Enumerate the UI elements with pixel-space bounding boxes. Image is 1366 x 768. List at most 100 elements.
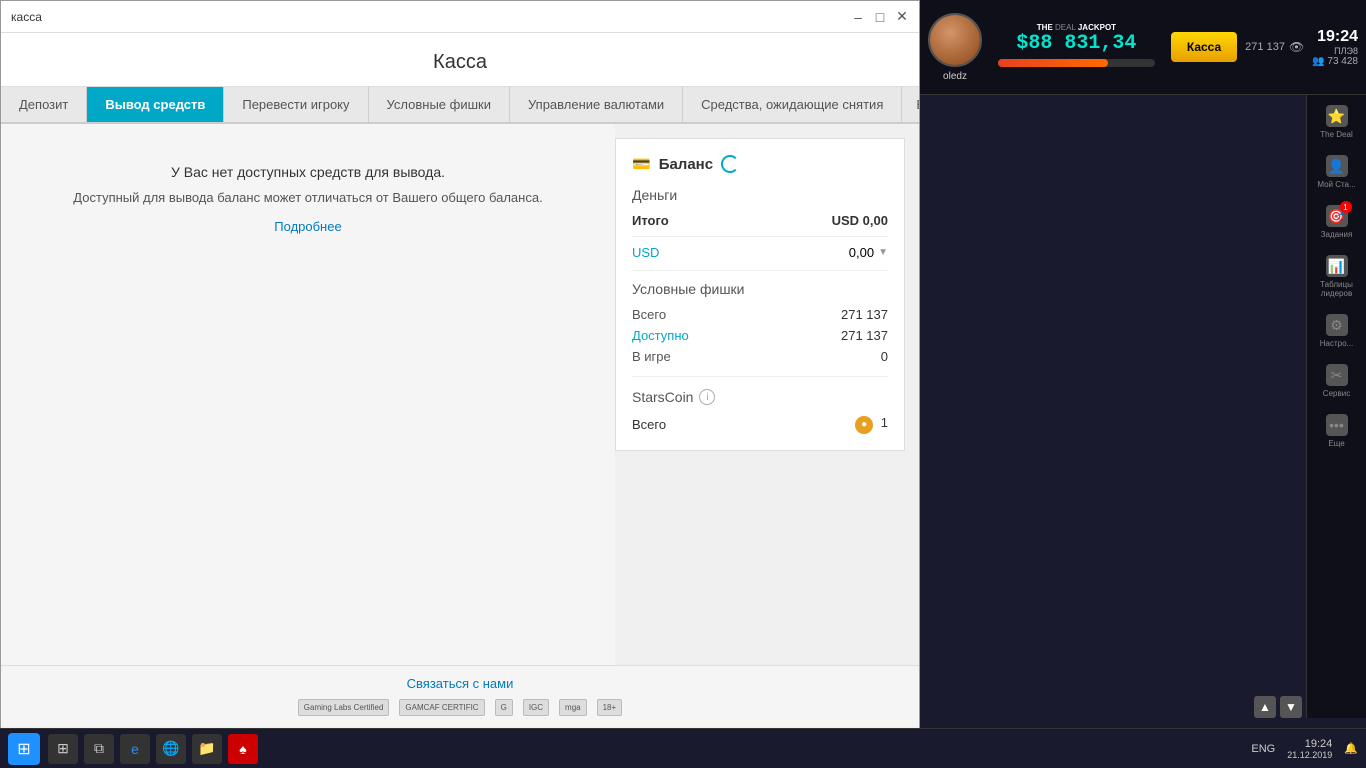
sidebar-item-tasks[interactable]: 🎯 1 Задания — [1321, 205, 1353, 239]
sidebar-item-the-deal[interactable]: ⭐ The Deal — [1320, 105, 1352, 139]
window-controls: – □ ✕ — [851, 10, 909, 24]
tab-manage-currencies[interactable]: Управление валютами — [510, 87, 683, 122]
cert-mga: mga — [559, 699, 587, 716]
notification-badge: 1 — [1340, 201, 1352, 213]
cert-igc: IGC — [523, 699, 549, 716]
sidebar-item-service[interactable]: ✂ Сервис — [1323, 364, 1350, 398]
more-link[interactable]: Подробнее — [274, 219, 341, 234]
sidebar-item-leaderboard[interactable]: 📊 Таблицы лидеров — [1307, 255, 1366, 298]
sidebar-item-my-stats[interactable]: 👤 Мой Ста... — [1317, 155, 1355, 189]
service-icon: ✂ — [1326, 364, 1348, 386]
jackpot-the-label: THE — [1037, 23, 1055, 32]
contact-link[interactable]: Связаться с нами — [21, 676, 899, 691]
tasks-icon: 🎯 1 — [1326, 205, 1348, 227]
tab-pending-withdraw[interactable]: Средства, ожидающие снятия — [683, 87, 902, 122]
sidebar-label-my-stats: Мой Ста... — [1317, 180, 1355, 189]
my-stats-icon: 👤 — [1326, 155, 1348, 177]
cert-logos: Gaming Labs Certified GAMCAF CERTIFIC G … — [21, 699, 899, 716]
sidebar-item-settings[interactable]: ⚙ Настро... — [1320, 314, 1353, 348]
cashier-header: Касса — [1, 33, 919, 87]
taskbar-icons: ⊞ ⧉ e 🌐 📁 ♠ — [48, 734, 258, 764]
client-balance-display: 271 137 👁 — [1245, 40, 1304, 54]
chips-available-value: 271 137 — [841, 328, 888, 343]
avatar — [928, 13, 982, 67]
stars-coin-value: ● 1 — [855, 415, 888, 434]
refresh-icon[interactable] — [721, 155, 739, 173]
more-icon: ••• — [1326, 414, 1348, 436]
scroll-buttons: ▲ ▼ — [1254, 696, 1302, 718]
cert-gamcaf: GAMCAF CERTIFIC — [399, 699, 484, 716]
chips-ingame-label: В игре — [632, 349, 671, 364]
sidebar-label-tasks: Задания — [1321, 230, 1353, 239]
time-section: 19:24 ПЛЭ8 👥 73 428 — [1312, 28, 1358, 67]
online-count: 👥 73 428 — [1312, 56, 1358, 67]
time-sub: ПЛЭ8 — [1312, 46, 1358, 56]
jackpot-deal-label: DEAL — [1055, 23, 1078, 32]
client-cashier-button[interactable]: Касса — [1171, 32, 1237, 62]
stars-coin-title: StarsCoin i — [632, 389, 888, 405]
stars-coin-label: Всего — [632, 417, 666, 432]
chips-available-label: Доступно — [632, 328, 689, 343]
cashier-footer: Связаться с нами Gaming Labs Certified G… — [1, 665, 919, 726]
total-label: Итого — [632, 213, 669, 228]
play-chips-section: Условные фишки Всего 271 137 Доступно 27… — [632, 281, 888, 364]
avatar-section: oledz — [928, 13, 982, 82]
taskbar-right: ENG 19:24 21.12.2019 🔔 — [1251, 738, 1358, 760]
cert-18plus: 18+ — [597, 699, 623, 716]
chips-all-label: Всего — [632, 307, 666, 322]
taskbar-icon-chrome[interactable]: 🌐 — [156, 734, 186, 764]
tab-play-chips[interactable]: Условные фишки — [369, 87, 510, 122]
settings-icon: ⚙ — [1326, 314, 1348, 336]
notification-icon[interactable]: 🔔 — [1344, 742, 1358, 755]
no-funds-message: У Вас нет доступных средств для вывода. — [171, 164, 445, 180]
right-sidebar: ⭐ The Deal 👤 Мой Ста... 🎯 1 Задания 📊 Та… — [1306, 95, 1366, 718]
usd-label: USD — [632, 245, 659, 260]
play-chips-title: Условные фишки — [632, 281, 888, 297]
chips-ingame-row: В игре 0 — [632, 349, 888, 364]
current-time: 19:24 — [1312, 28, 1358, 46]
tab-more[interactable]: Еще ▼ — [902, 87, 919, 122]
sidebar-label-settings: Настро... — [1320, 339, 1353, 348]
poker-client-panel: oledz THE DEAL JACKPOT $88 831,34 Касса … — [920, 0, 1366, 768]
the-deal-icon: ⭐ — [1326, 105, 1348, 127]
minimize-button[interactable]: – — [851, 10, 865, 24]
jackpot-progress-bar — [998, 59, 1155, 67]
username-label: oledz — [943, 71, 967, 82]
info-icon[interactable]: i — [699, 389, 715, 405]
start-button[interactable]: ⊞ — [8, 733, 40, 765]
tab-transfer[interactable]: Перевести игроку — [224, 87, 368, 122]
balance-header: 💳 Баланс — [632, 155, 888, 173]
sidebar-label-the-deal: The Deal — [1320, 130, 1352, 139]
jackpot-section: THE DEAL JACKPOT $88 831,34 — [998, 23, 1155, 71]
jackpot-amount: $88 831,34 — [998, 32, 1155, 55]
sidebar-label-service: Сервис — [1323, 389, 1350, 398]
client-balance-value: 271 137 — [1245, 41, 1285, 53]
total-value: USD 0,00 — [832, 213, 888, 228]
jackpot-brand-label: THE DEAL JACKPOT — [998, 23, 1155, 32]
scroll-down-button[interactable]: ▼ — [1280, 696, 1302, 718]
taskbar-icon-files[interactable]: 📁 — [192, 734, 222, 764]
taskbar-icon-pokerstars[interactable]: ♠ — [228, 734, 258, 764]
chips-ingame-value: 0 — [881, 349, 888, 364]
taskbar-icon-edge[interactable]: e — [120, 734, 150, 764]
close-button[interactable]: ✕ — [895, 10, 909, 24]
sidebar-label-more: Еще — [1328, 439, 1344, 448]
taskbar-icon-taskview[interactable]: ⧉ — [84, 734, 114, 764]
tab-withdraw[interactable]: Вывод средств — [87, 87, 224, 122]
balance-panel: 💳 Баланс Деньги Итого USD 0,00 USD 0,00 … — [615, 138, 905, 451]
money-section-title: Деньги — [632, 187, 888, 203]
divider — [632, 270, 888, 271]
chips-available-row: Доступно 271 137 — [632, 328, 888, 343]
scroll-up-button[interactable]: ▲ — [1254, 696, 1276, 718]
sidebar-item-more[interactable]: ••• Еще — [1326, 414, 1348, 448]
window-title: касса — [11, 10, 42, 24]
tab-deposit[interactable]: Депозит — [1, 87, 87, 122]
maximize-button[interactable]: □ — [873, 10, 887, 24]
tabs-bar: Депозит Вывод средств Перевести игроку У… — [1, 87, 919, 124]
window-titlebar: касса – □ ✕ — [1, 1, 919, 33]
eye-icon: 👁 — [1289, 40, 1304, 54]
poker-topbar: oledz THE DEAL JACKPOT $88 831,34 Касса … — [920, 0, 1366, 95]
withdraw-panel: У Вас нет доступных средств для вывода. … — [1, 124, 615, 665]
taskbar-time: 19:24 21.12.2019 — [1287, 738, 1332, 760]
taskbar-icon-search[interactable]: ⊞ — [48, 734, 78, 764]
